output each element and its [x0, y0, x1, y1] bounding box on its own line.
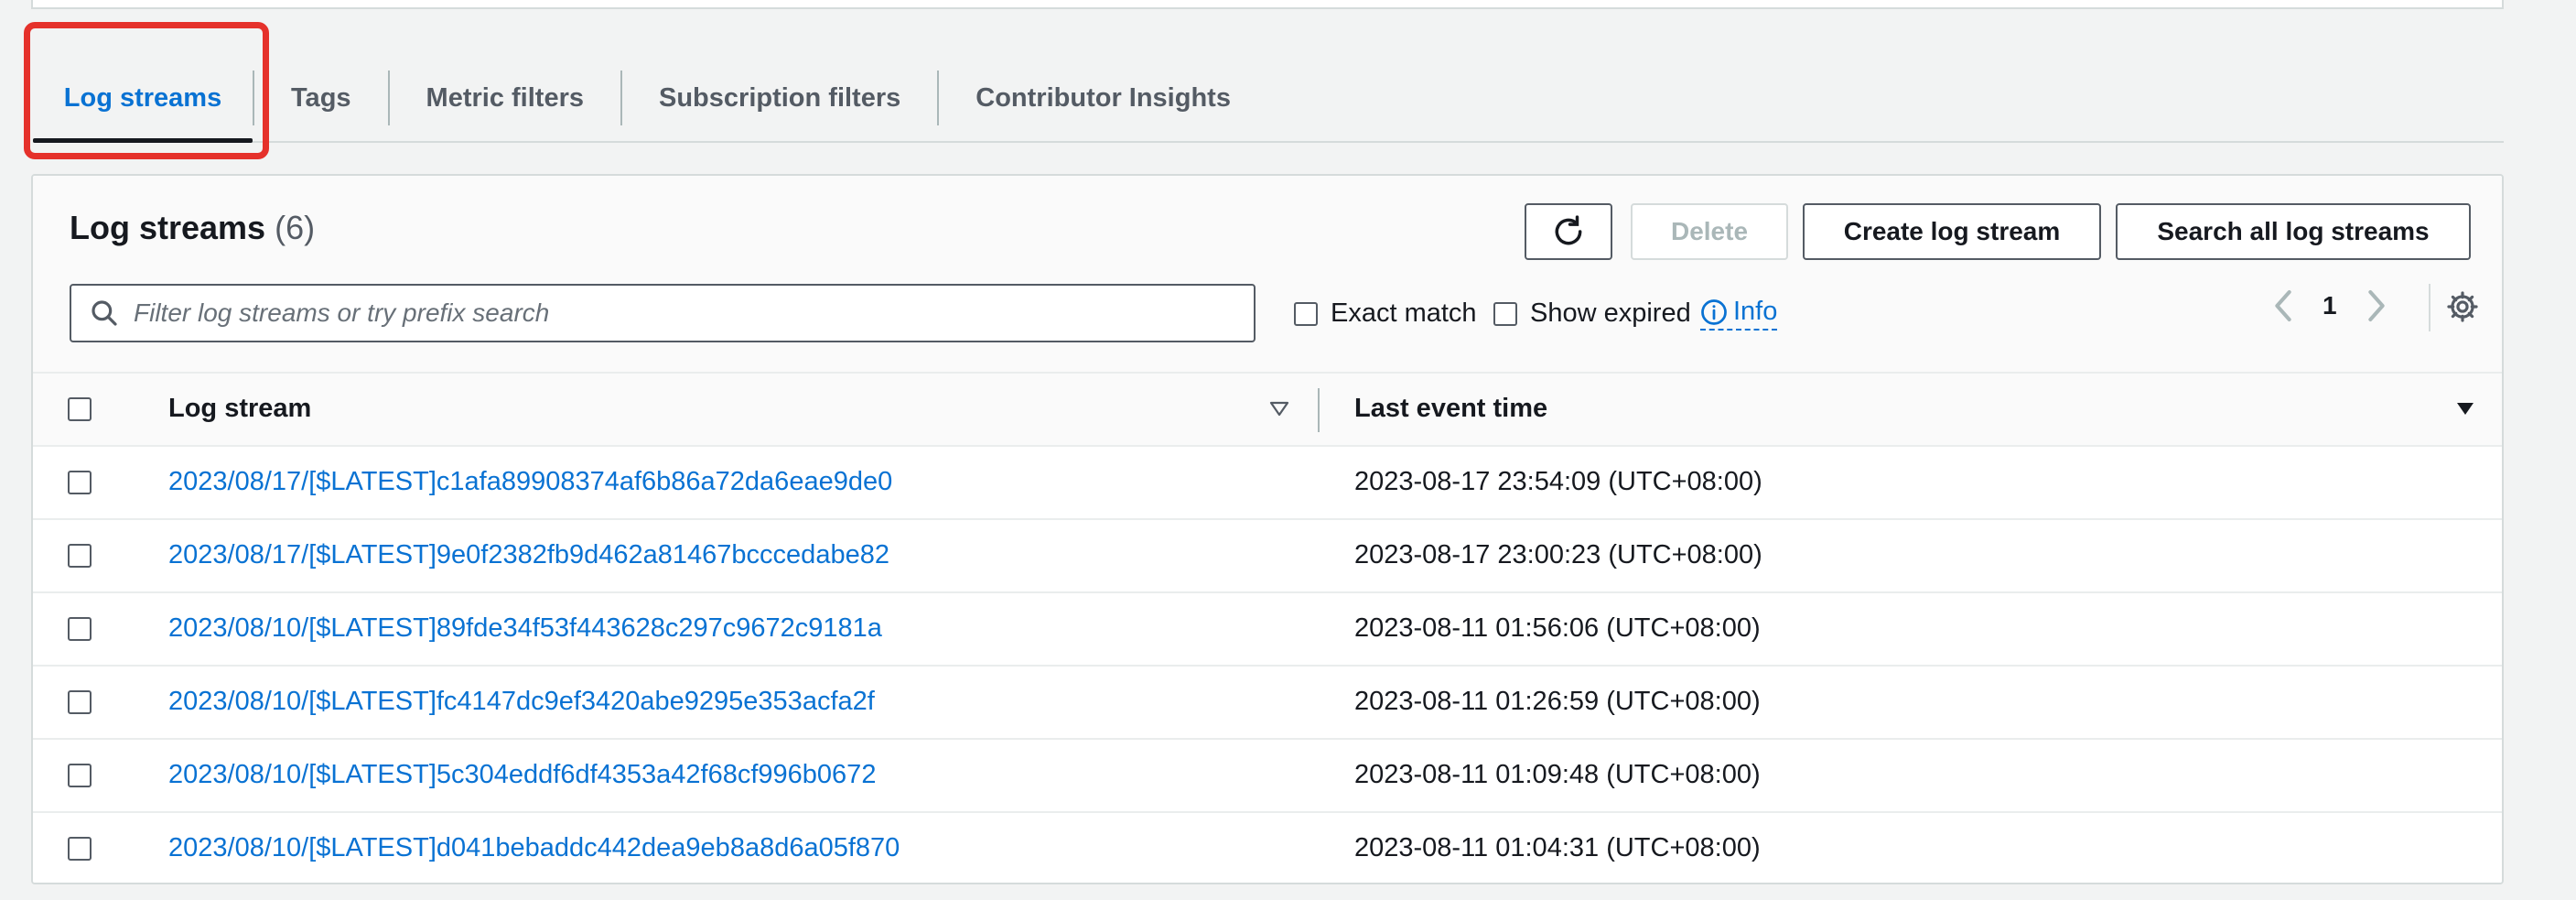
- stream-count: (6): [275, 209, 316, 246]
- exact-match-label: Exact match: [1331, 298, 1477, 328]
- tab-label: Tags: [291, 82, 351, 113]
- tab-tags[interactable]: Tags: [254, 55, 388, 141]
- column-header-log-stream[interactable]: Log stream: [168, 394, 311, 424]
- tab-bar: Log streams Tags Metric filters Subscrip…: [33, 55, 2504, 143]
- table-row: 2023/08/10/[$LATEST]89fde34f53f443628c29…: [33, 593, 2502, 667]
- pagination: 1: [2271, 286, 2388, 326]
- panel-header: Log streams (6) Delete Create log stream…: [33, 176, 2502, 374]
- row-checkbox[interactable]: [68, 544, 92, 568]
- chevron-right-icon[interactable]: [2365, 287, 2388, 324]
- search-icon: [92, 300, 117, 326]
- tab-label: Subscription filters: [659, 82, 901, 113]
- info-label: Info: [1733, 297, 1778, 326]
- create-label: Create log stream: [1843, 217, 2061, 245]
- chevron-left-icon[interactable]: [2271, 287, 2295, 324]
- show-expired-label: Show expired: [1530, 298, 1691, 328]
- page-number[interactable]: 1: [2323, 291, 2337, 320]
- tab-label: Log streams: [63, 82, 222, 113]
- panel-title: Log streams (6): [70, 209, 315, 247]
- delete-button[interactable]: Delete: [1631, 203, 1788, 260]
- column-resizer[interactable]: [1318, 388, 1320, 432]
- filter-search-box[interactable]: [70, 284, 1256, 342]
- log-stream-link[interactable]: 2023/08/17/[$LATEST]c1afa89908374af6b86a…: [168, 467, 892, 497]
- table-row: 2023/08/17/[$LATEST]9e0f2382fb9d462a8146…: [33, 520, 2502, 593]
- exact-match-checkbox[interactable]: [1294, 301, 1318, 326]
- gear-icon[interactable]: [2445, 289, 2480, 324]
- table-header: Log stream Last event time: [33, 374, 2502, 447]
- pager-separator: [2429, 284, 2430, 331]
- tab-label: Metric filters: [426, 82, 584, 113]
- row-checkbox[interactable]: [68, 764, 92, 787]
- tab-label: Contributor Insights: [975, 82, 1231, 113]
- log-stream-link[interactable]: 2023/08/10/[$LATEST]d041bebaddc442dea9eb…: [168, 833, 900, 863]
- panel-title-text: Log streams: [70, 209, 266, 246]
- create-log-stream-button[interactable]: Create log stream: [1803, 203, 2101, 260]
- last-event-time: 2023-08-11 01:26:59 (UTC+08:00): [1354, 687, 1761, 716]
- sort-icon[interactable]: [1268, 397, 1290, 419]
- info-link[interactable]: Info: [1700, 297, 1778, 331]
- filter-log-streams-input[interactable]: [132, 298, 1234, 329]
- log-stream-link[interactable]: 2023/08/10/[$LATEST]fc4147dc9ef3420abe92…: [168, 687, 875, 717]
- tab-contributor-insights[interactable]: Contributor Insights: [939, 55, 1267, 141]
- last-event-time: 2023-08-11 01:04:31 (UTC+08:00): [1354, 833, 1761, 862]
- log-streams-panel: Log streams (6) Delete Create log stream…: [31, 174, 2504, 884]
- info-icon: [1701, 298, 1727, 325]
- column-header-last-event-time[interactable]: Last event time: [1354, 394, 1547, 424]
- refresh-button[interactable]: [1525, 203, 1612, 260]
- last-event-time: 2023-08-17 23:54:09 (UTC+08:00): [1354, 467, 1762, 496]
- last-event-time: 2023-08-17 23:00:23 (UTC+08:00): [1354, 540, 1762, 569]
- last-event-time: 2023-08-11 01:56:06 (UTC+08:00): [1354, 613, 1761, 643]
- row-checkbox[interactable]: [68, 837, 92, 861]
- row-checkbox[interactable]: [68, 617, 92, 641]
- table-row: 2023/08/10/[$LATEST]d041bebaddc442dea9eb…: [33, 813, 2502, 883]
- log-stream-link[interactable]: 2023/08/10/[$LATEST]89fde34f53f443628c29…: [168, 613, 882, 644]
- delete-label: Delete: [1670, 217, 1749, 245]
- tab-metric-filters[interactable]: Metric filters: [390, 55, 620, 141]
- select-all-checkbox[interactable]: [68, 397, 92, 421]
- show-expired-option[interactable]: Show expired: [1493, 298, 1691, 329]
- last-event-time: 2023-08-11 01:09:48 (UTC+08:00): [1354, 760, 1761, 789]
- search-all-label: Search all log streams: [2157, 217, 2430, 245]
- table-row: 2023/08/10/[$LATEST]5c304eddf6df4353a42f…: [33, 740, 2502, 813]
- refresh-icon: [1555, 215, 1582, 245]
- log-stream-link[interactable]: 2023/08/10/[$LATEST]5c304eddf6df4353a42f…: [168, 760, 876, 790]
- search-all-log-streams-button[interactable]: Search all log streams: [2116, 203, 2471, 260]
- show-expired-checkbox[interactable]: [1493, 301, 1517, 326]
- row-checkbox[interactable]: [68, 690, 92, 714]
- exact-match-option[interactable]: Exact match: [1294, 298, 1477, 329]
- row-checkbox[interactable]: [68, 471, 92, 494]
- table-row: 2023/08/17/[$LATEST]c1afa89908374af6b86a…: [33, 447, 2502, 520]
- sort-descending-icon[interactable]: [2454, 397, 2476, 419]
- tab-log-streams[interactable]: Log streams: [33, 55, 253, 143]
- previous-panel-edge: [31, 0, 2504, 9]
- log-stream-link[interactable]: 2023/08/17/[$LATEST]9e0f2382fb9d462a8146…: [168, 540, 889, 570]
- table-row: 2023/08/10/[$LATEST]fc4147dc9ef3420abe92…: [33, 667, 2502, 740]
- tab-subscription-filters[interactable]: Subscription filters: [622, 55, 937, 141]
